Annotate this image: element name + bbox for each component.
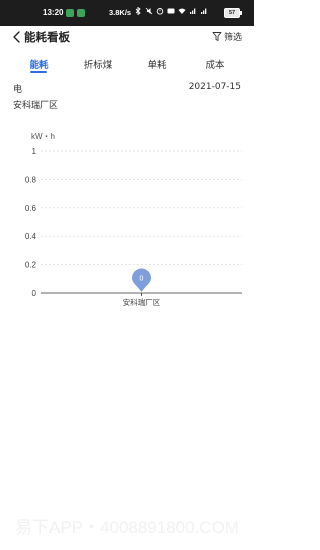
app-notification-icon — [77, 9, 85, 17]
filter-icon — [212, 32, 222, 41]
page-title: 能耗看板 — [24, 30, 70, 44]
signal-4g-icon — [190, 8, 196, 14]
watermark-text: 易下APP・4008891800.COM — [15, 518, 239, 537]
active-tab-indicator — [30, 71, 47, 73]
site-label: 安科瑞厂区 — [13, 101, 59, 111]
wifi-icon — [178, 8, 186, 14]
tab-energy[interactable]: 能耗 — [29, 57, 48, 71]
bluetooth-icon — [135, 7, 141, 15]
hd-icon — [167, 8, 175, 14]
date-label[interactable]: 2021-07-15 — [189, 82, 241, 92]
tab-cost[interactable]: 成本 — [205, 57, 224, 71]
chart-svg: kW・h 0 0.2 0.4 0.6 0.8 1 安科瑞厂区 0 — [25, 132, 242, 307]
energy-type-label: 电 — [13, 85, 23, 95]
status-bar: 13:20 3.8K/s 57 — [0, 0, 254, 26]
y-tick-label: 0.6 — [25, 204, 37, 213]
y-tick-label: 0.8 — [25, 175, 37, 184]
alarm-icon — [156, 8, 164, 15]
network-speed: 3.8K/s — [109, 8, 132, 17]
mute-icon — [145, 7, 153, 15]
tab-unit-consumption[interactable]: 单耗 — [147, 57, 166, 71]
tab-standard-coal[interactable]: 折标煤 — [84, 57, 113, 71]
y-axis-unit-label: kW・h — [31, 132, 55, 141]
status-time: 13:20 — [43, 8, 64, 17]
app-notification-icon — [66, 9, 74, 17]
status-icons — [134, 7, 208, 15]
battery-icon: 57 — [224, 8, 242, 18]
energy-chart: kW・h 0 0.2 0.4 0.6 0.8 1 安科瑞厂区 0 — [0, 120, 254, 320]
filter-button[interactable]: 筛选 — [212, 30, 242, 43]
x-category-label: 安科瑞厂区 — [123, 297, 161, 307]
back-arrow-icon[interactable] — [12, 30, 22, 44]
y-tick-label: 0.4 — [25, 232, 37, 241]
app-header: 能耗看板 筛选 — [0, 26, 254, 48]
y-tick-label: 1 — [32, 147, 37, 156]
tab-bar: 能耗 折标煤 单耗 成本 — [0, 54, 254, 74]
filter-label: 筛选 — [223, 33, 242, 43]
y-tick-label: 0 — [32, 289, 37, 298]
value-marker-label: 0 — [140, 276, 144, 283]
signal-4g-icon-2 — [201, 8, 207, 14]
y-tick-label: 0.2 — [25, 261, 37, 270]
